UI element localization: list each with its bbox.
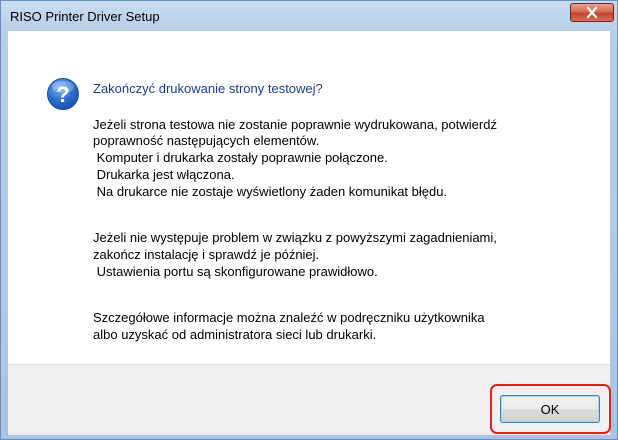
ok-button[interactable]: OK xyxy=(500,395,600,423)
dialog-window: RISO Printer Driver Setup xyxy=(0,0,618,440)
message-line: Szczegółowe informacje można znaleźć w p… xyxy=(93,310,485,325)
close-button[interactable] xyxy=(570,3,614,22)
svg-text:?: ? xyxy=(56,82,69,107)
message-line: Jeżeli nie występuje problem w związku z… xyxy=(93,230,497,245)
message-line: Komputer i drukarka zostały poprawnie po… xyxy=(93,150,388,165)
message-line: albo uzyskać od administratora sieci lub… xyxy=(93,327,377,342)
message-line: Na drukarce nie zostaje wyświetlony żade… xyxy=(93,184,448,199)
window-title: RISO Printer Driver Setup xyxy=(10,9,160,24)
message-line: Ustawienia portu są skonfigurowane prawi… xyxy=(93,264,378,279)
title-bar[interactable]: RISO Printer Driver Setup xyxy=(1,1,617,31)
message-line: zakończ instalację i sprawdź je później. xyxy=(93,247,320,262)
message-line: Drukarka jest włączona. xyxy=(93,167,235,182)
close-x-icon xyxy=(586,7,598,18)
question-mark-icon: ? xyxy=(46,77,80,111)
message-line: poprawność następujących elementów. xyxy=(93,133,320,148)
message-line: Jeżeli strona testowa nie zostanie popra… xyxy=(93,117,497,132)
dialog-heading: Zakończyć drukowanie strony testowej? xyxy=(93,81,323,96)
